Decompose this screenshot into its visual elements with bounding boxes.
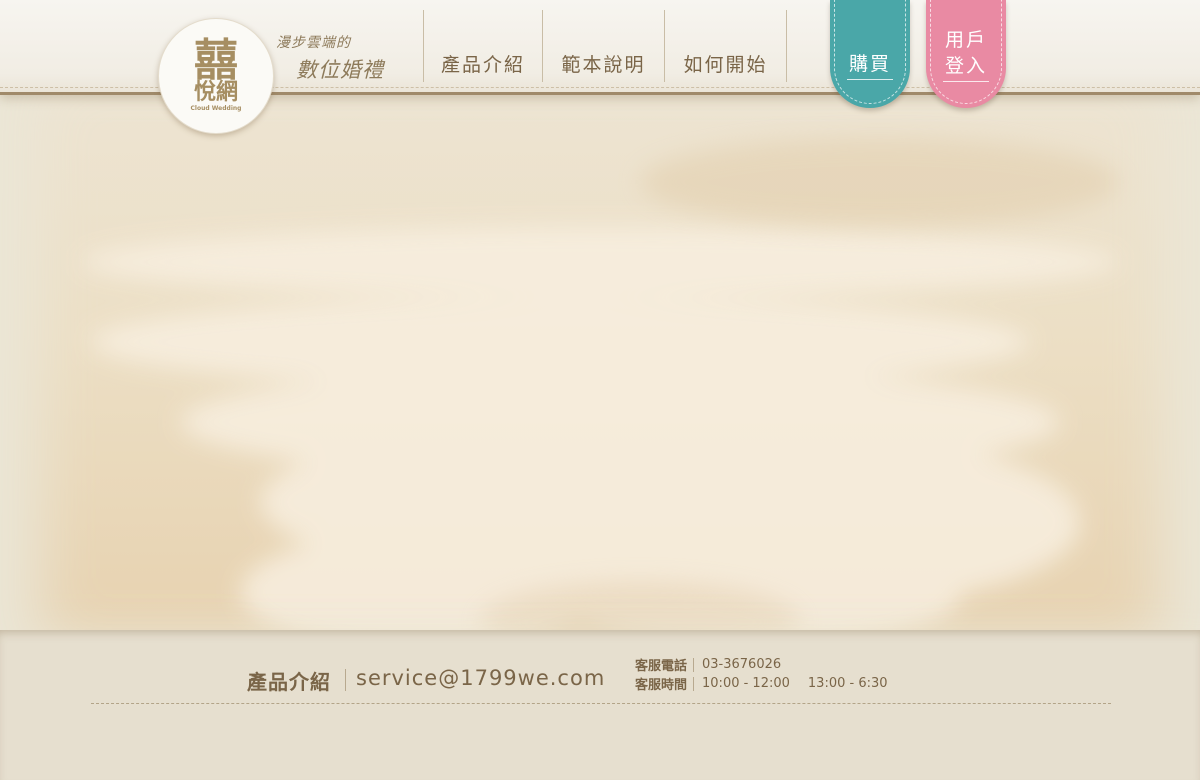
site-logo[interactable]: 囍 悅網 Cloud Wedding <box>158 18 274 134</box>
footer-phone-row: 客服電話 03-3676026 <box>635 655 781 674</box>
hours-label: 客服時間 <box>635 678 688 693</box>
buy-button[interactable]: 購買 <box>830 0 910 108</box>
login-label-line1: 用戶 <box>944 28 987 51</box>
banner-edge-fade <box>0 92 1200 630</box>
site-footer: 產品介紹 service@1799we.com 客服電話 03-3676026 … <box>0 630 1200 780</box>
tagline-line1: 漫步雲端的 <box>276 35 351 51</box>
footer-dashed-line <box>91 703 1111 704</box>
footer-email-link[interactable]: service@1799we.com <box>356 666 605 690</box>
logo-name: 悅網 <box>193 80 238 105</box>
footer-divider <box>345 669 346 691</box>
footer-hours-row: 客服時間 10:00 - 12:00 13:00 - 6:30 <box>635 674 888 693</box>
buy-underline <box>847 78 893 80</box>
hours-afternoon: 13:00 - 6:30 <box>807 676 888 691</box>
site-tagline: 漫步雲端的 數位婚禮 <box>276 32 384 84</box>
main-nav: 產品介紹 範本說明 如何開始 <box>423 10 787 82</box>
hours-divider <box>693 676 695 691</box>
phone-label: 客服電話 <box>635 659 688 674</box>
login-label-line2: 登入 <box>944 54 987 77</box>
logo-subtitle: Cloud Wedding <box>190 105 242 112</box>
tagline-line2: 數位婚禮 <box>296 58 384 82</box>
buy-label: 購買 <box>848 52 891 75</box>
nav-item-templates[interactable]: 範本說明 <box>542 10 664 82</box>
footer-title[interactable]: 產品介紹 <box>247 666 331 695</box>
login-underline <box>943 80 989 82</box>
double-happiness-icon: 囍 <box>194 35 238 86</box>
hours-morning: 10:00 - 12:00 <box>702 676 790 691</box>
nav-item-get-started[interactable]: 如何開始 <box>664 10 787 82</box>
phone-divider <box>693 657 695 672</box>
phone-value: 03-3676026 <box>702 657 782 672</box>
hero-cloud-banner <box>0 92 1200 630</box>
login-button[interactable]: 用戶 登入 <box>926 0 1006 108</box>
nav-item-products[interactable]: 產品介紹 <box>423 10 542 82</box>
